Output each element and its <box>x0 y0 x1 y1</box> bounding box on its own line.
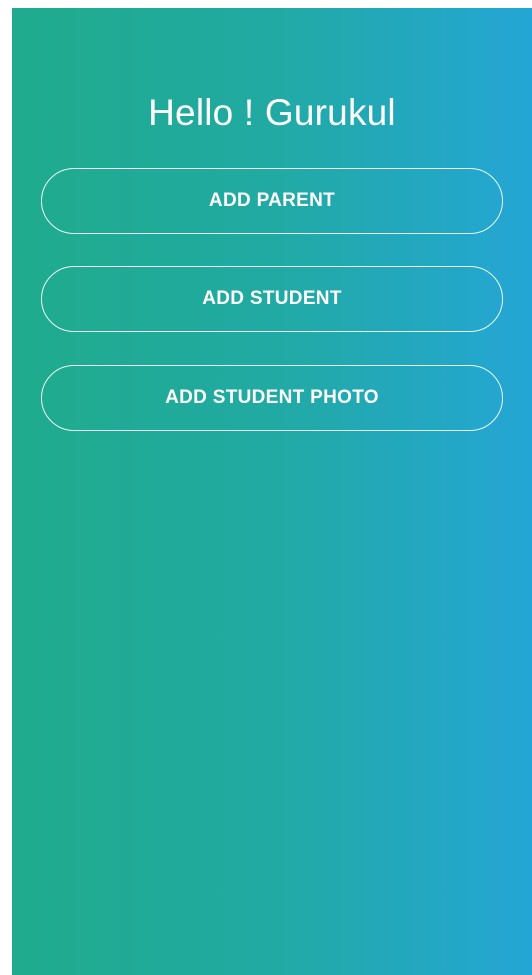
page-title: Hello ! Gurukul <box>148 92 396 133</box>
add-student-label: ADD STUDENT <box>202 288 342 309</box>
add-student-button[interactable]: ADD STUDENT <box>41 266 503 332</box>
app-screen: Hello ! Gurukul ADD PARENT ADD STUDENT A… <box>12 8 532 975</box>
add-parent-button[interactable]: ADD PARENT <box>41 168 503 234</box>
add-parent-label: ADD PARENT <box>208 190 336 211</box>
add-student-photo-label: ADD STUDENT PHOTO <box>165 387 379 408</box>
add-student-photo-button[interactable]: ADD STUDENT PHOTO <box>41 365 503 431</box>
